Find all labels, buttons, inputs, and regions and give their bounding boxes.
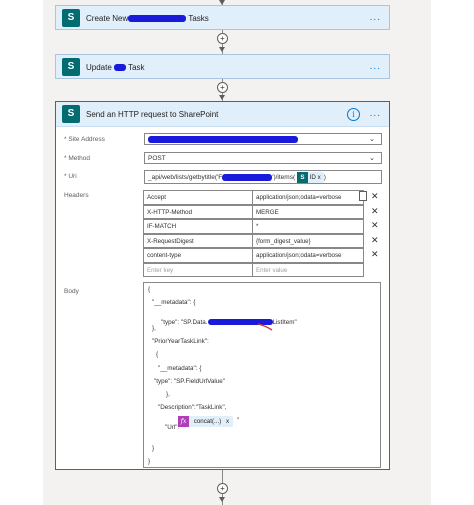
header-value-input[interactable]: application/json;odata=verbose: [252, 248, 364, 263]
add-step-button[interactable]: +: [217, 483, 228, 494]
step-create-new-tasks[interactable]: S Create New Tasks ...: [55, 5, 390, 30]
step-title: Create New Tasks: [86, 14, 209, 23]
method-dropdown[interactable]: POST ⌄: [144, 152, 382, 164]
sharepoint-icon: S: [62, 9, 80, 27]
body-line: }: [148, 458, 151, 465]
body-line: },: [152, 325, 156, 332]
remove-header-icon[interactable]: ✕: [371, 219, 379, 232]
connector-arrow: [219, 95, 225, 100]
body-line: "type": "SP.FieldUrlValue": [154, 378, 226, 385]
step-update-task[interactable]: S Update Task ...: [55, 54, 390, 79]
remove-header-icon[interactable]: ✕: [371, 190, 379, 203]
header-value-input[interactable]: MERGE: [252, 204, 364, 219]
remove-header-icon[interactable]: ✕: [371, 205, 379, 218]
body-line: "__metadata": {: [152, 299, 196, 306]
body-line: {: [156, 351, 159, 358]
add-step-button[interactable]: +: [217, 33, 228, 44]
header-key-input[interactable]: IF-MATCH: [143, 219, 253, 234]
step-menu-button[interactable]: ...: [370, 61, 381, 72]
headers-table: Accept application/json;odata=verbose ✕ …: [143, 190, 379, 277]
header-row: X-HTTP-Method MERGE ✕: [143, 204, 379, 219]
switch-to-text-icon[interactable]: [359, 191, 367, 201]
body-label: Body: [64, 288, 79, 295]
connector-arrow: [219, 47, 225, 52]
header-row-empty: Enter key Enter value: [143, 262, 364, 277]
header-row: content-type application/json;odata=verb…: [143, 248, 379, 263]
body-line: "PriorYearTaskLink":: [152, 338, 209, 345]
sharepoint-icon: S: [62, 105, 80, 123]
chevron-down-icon: ⌄: [369, 155, 375, 162]
info-icon[interactable]: i: [347, 108, 360, 121]
step-menu-button[interactable]: ...: [370, 12, 381, 23]
uri-label: * Uri: [64, 173, 77, 180]
header-key-input[interactable]: Enter key: [143, 262, 253, 277]
add-step-button[interactable]: +: [217, 82, 228, 93]
body-line: "__metadata": {: [158, 365, 202, 372]
header-value-input[interactable]: application/json;odata=verbose: [252, 190, 364, 205]
header-row: IF-MATCH * ✕: [143, 219, 379, 234]
header-key-input[interactable]: X-HTTP-Method: [143, 204, 253, 219]
body-line: {: [148, 286, 151, 293]
sharepoint-icon: S: [62, 58, 80, 76]
step-title: Update Task: [86, 63, 145, 72]
header-key-input[interactable]: content-type: [143, 248, 253, 263]
action-title: Send an HTTP request to SharePoint: [86, 110, 219, 119]
uri-input[interactable]: _api/web/lists/getbytitle('F ')/items( S …: [144, 170, 382, 184]
method-label: * Method: [64, 155, 91, 162]
function-icon: fx: [178, 416, 189, 427]
redaction: [128, 15, 187, 23]
header-row: Accept application/json;odata=verbose ✕: [143, 190, 379, 205]
body-line: },: [166, 391, 170, 398]
token-remove-icon[interactable]: x: [226, 418, 229, 425]
remove-header-icon[interactable]: ✕: [371, 248, 379, 261]
redaction: [148, 135, 298, 143]
red-annotation-mark: [257, 323, 273, 331]
body-editor[interactable]: { "__metadata": { "type": "SP.Data. ListI…: [143, 282, 381, 468]
header-row: X-RequestDigest {form_digest_value} ✕: [143, 233, 379, 248]
remove-header-icon[interactable]: ✕: [371, 234, 379, 247]
headers-label: Headers: [64, 192, 89, 199]
id-token[interactable]: S ID x: [296, 172, 324, 183]
header-value-input[interactable]: {form_digest_value}: [252, 233, 364, 248]
site-address-label: * Site Address: [64, 136, 105, 143]
action-menu-button[interactable]: ...: [370, 108, 381, 119]
body-line: "Description":"TaskLink",: [158, 404, 227, 411]
header-key-input[interactable]: Accept: [143, 190, 253, 205]
concat-expression-token[interactable]: fx concat(...) x: [178, 416, 234, 427]
chevron-down-icon: ⌄: [369, 136, 375, 143]
redaction: [222, 173, 273, 181]
header-value-input[interactable]: Enter value: [252, 262, 364, 277]
action-header[interactable]: S Send an HTTP request to SharePoint i .…: [56, 102, 389, 127]
header-value-input[interactable]: *: [252, 219, 364, 234]
site-address-dropdown[interactable]: ⌄: [144, 133, 382, 145]
body-line: ": [237, 417, 240, 424]
body-line: }: [152, 445, 155, 452]
connector-arrow: [219, 497, 225, 502]
sharepoint-icon: S: [296, 172, 308, 183]
token-remove-icon[interactable]: x: [318, 174, 321, 181]
redaction: [114, 64, 127, 72]
header-key-input[interactable]: X-RequestDigest: [143, 233, 253, 248]
